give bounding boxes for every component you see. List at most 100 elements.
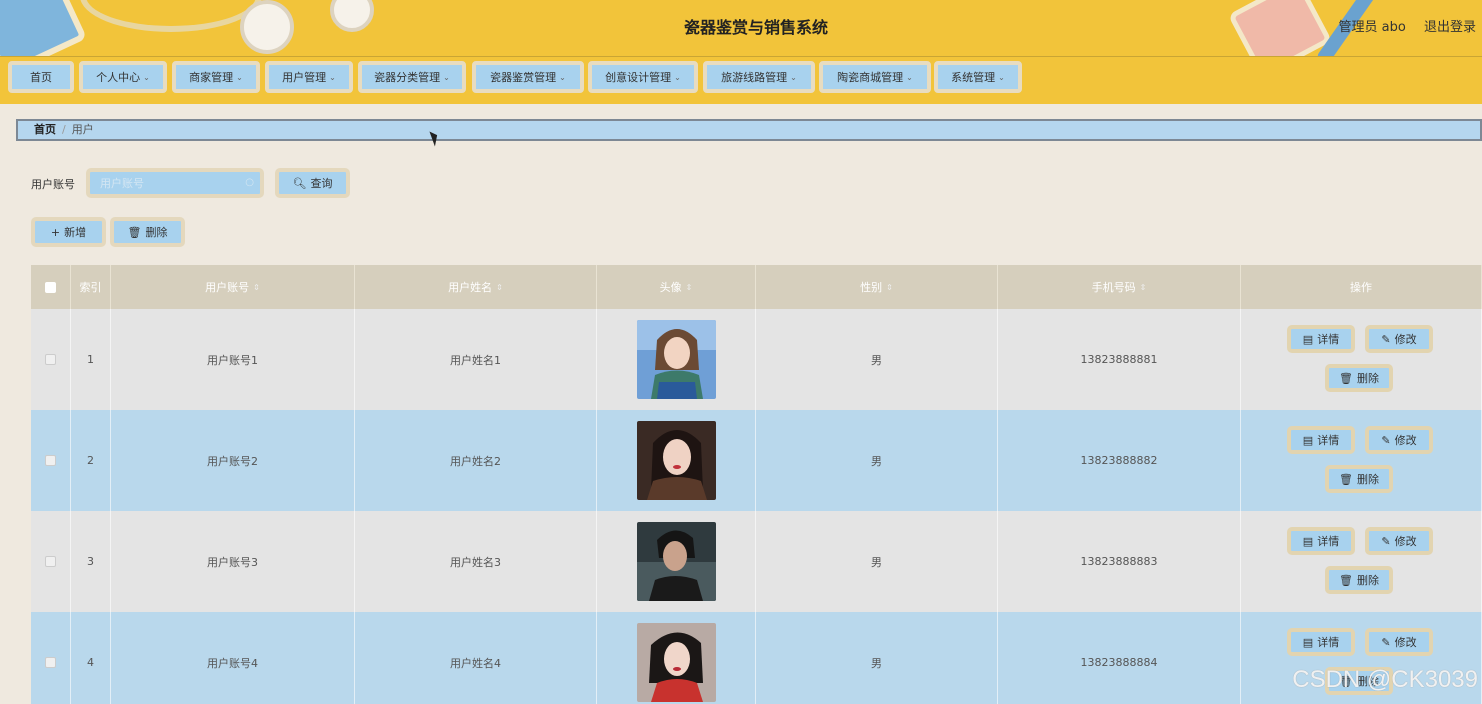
document-icon: ▤: [1302, 433, 1314, 447]
search-input[interactable]: [90, 175, 252, 191]
nav-item-label: 瓷器分类管理: [374, 71, 441, 84]
gender-cell: 男: [756, 612, 998, 704]
row-checkbox[interactable]: [45, 354, 56, 365]
search-button[interactable]: 🔍︎ 查询: [275, 168, 350, 198]
row-actions: ▤ 详情 ✎ 修改 🗑︎ 删除: [1241, 410, 1481, 511]
row-actions: ▤ 详情 ✎ 修改 🗑︎ 删除: [1241, 309, 1481, 410]
nav-item-label: 用户管理: [282, 71, 327, 84]
column-label: 索引: [79, 281, 102, 294]
delete-button[interactable]: 🗑︎ 删除: [1325, 364, 1393, 392]
logout-link[interactable]: 退出登录: [1424, 20, 1476, 35]
column-header: 索引: [71, 265, 111, 309]
row-checkbox[interactable]: [45, 657, 56, 668]
breadcrumb: 首页 / 用户: [16, 119, 1482, 141]
row-select-cell: [31, 410, 71, 511]
breadcrumb-separator: /: [62, 123, 66, 136]
phone-cell: 13823888881: [998, 309, 1241, 410]
detail-button[interactable]: ▤ 详情: [1287, 325, 1355, 353]
nav-item-user[interactable]: 用户管理 ⌄: [265, 61, 353, 93]
search-field[interactable]: ○: [86, 168, 264, 198]
nav-item-label: 个人中心: [96, 71, 141, 84]
table-row: 1 用户账号1 用户姓名1 男 13823888881 ▤ 详情 ✎ 修改 🗑︎ 删除: [31, 309, 1482, 410]
column-header[interactable]: 用户姓名 ⇕: [355, 265, 597, 309]
gender-cell: 男: [756, 309, 998, 410]
chevron-down-icon: ⌄: [143, 72, 150, 82]
column-label: 手机号码: [1091, 281, 1136, 294]
trash-icon: 🗑︎: [1339, 573, 1353, 587]
nav-item-porcelain-appreciation[interactable]: 瓷器鉴赏管理 ⌄: [472, 61, 584, 93]
nav-item-merchant[interactable]: 商家管理 ⌄: [172, 61, 260, 93]
chevron-down-icon: ⌄: [906, 72, 913, 82]
avatar-image[interactable]: [636, 623, 716, 702]
sort-icon[interactable]: ⇕: [496, 283, 503, 292]
nav-item-personal-center[interactable]: 个人中心 ⌄: [79, 61, 167, 93]
account-cell: 用户账号4: [111, 612, 355, 704]
sort-icon[interactable]: ⇕: [886, 283, 893, 292]
actions-cell: ▤ 详情 ✎ 修改 🗑︎ 删除: [1241, 410, 1482, 511]
avatar-image[interactable]: [636, 421, 716, 500]
document-icon: ▤: [1302, 534, 1314, 548]
delete-label: 删除: [1356, 473, 1379, 486]
phone-cell: 13823888883: [998, 511, 1241, 612]
nav-item-creative-design[interactable]: 创意设计管理 ⌄: [588, 61, 698, 93]
breadcrumb-home[interactable]: 首页: [34, 123, 56, 136]
detail-button[interactable]: ▤ 详情: [1287, 426, 1355, 454]
column-label: 用户账号: [205, 281, 250, 294]
plus-icon: +: [50, 225, 61, 239]
user-label: 管理员 abo: [1338, 20, 1406, 35]
edit-button[interactable]: ✎ 修改: [1365, 527, 1433, 555]
edit-button[interactable]: ✎ 修改: [1365, 628, 1433, 656]
nav-item-label: 系统管理: [951, 71, 996, 84]
index-cell: 2: [71, 410, 111, 511]
chevron-down-icon: ⌄: [559, 72, 566, 82]
index-cell: 3: [71, 511, 111, 612]
chevron-down-icon: ⌄: [674, 72, 681, 82]
delete-button[interactable]: 🗑︎ 删除: [1325, 566, 1393, 594]
column-header[interactable]: 头像 ⇕: [597, 265, 756, 309]
pencil-icon: ✎: [1381, 332, 1391, 346]
actions-cell: ▤ 详情 ✎ 修改 🗑︎ 删除: [1241, 309, 1482, 410]
index-cell: 4: [71, 612, 111, 704]
avatar-cell: [597, 612, 756, 704]
nav-item-home[interactable]: 首页: [8, 61, 74, 93]
sort-icon[interactable]: ⇕: [686, 283, 693, 292]
chevron-down-icon: ⌄: [790, 72, 797, 82]
add-button[interactable]: + 新增: [31, 217, 106, 247]
avatar-image[interactable]: [636, 522, 716, 601]
search-label: 用户账号: [31, 178, 75, 191]
account-cell: 用户账号2: [111, 410, 355, 511]
name-cell: 用户姓名2: [355, 410, 597, 511]
row-checkbox[interactable]: [45, 556, 56, 567]
avatar-image[interactable]: [636, 320, 716, 399]
row-checkbox[interactable]: [45, 455, 56, 466]
app-title: 瓷器鉴赏与销售系统: [683, 18, 828, 37]
table-row: 4 用户账号4 用户姓名4 男 13823888884 ▤ 详情 ✎ 修改 🗑︎ 删除: [31, 612, 1482, 704]
search-button-label: 查询: [310, 177, 333, 190]
document-icon: ▤: [1302, 635, 1314, 649]
edit-button[interactable]: ✎ 修改: [1365, 325, 1433, 353]
sort-icon[interactable]: ⇕: [1140, 283, 1147, 292]
pencil-icon: ✎: [1381, 534, 1391, 548]
edit-label: 修改: [1394, 434, 1417, 447]
nav-item-ceramic-mall[interactable]: 陶瓷商城管理 ⌄: [819, 61, 931, 93]
search-icon: 🔍︎: [292, 176, 307, 190]
nav-item-travel-route[interactable]: 旅游线路管理 ⌄: [703, 61, 815, 93]
detail-button[interactable]: ▤ 详情: [1287, 527, 1355, 555]
select-all-checkbox[interactable]: [45, 281, 56, 293]
nav-item-porcelain-category[interactable]: 瓷器分类管理 ⌄: [358, 61, 466, 93]
column-header[interactable]: 手机号码 ⇕: [998, 265, 1241, 309]
name-cell: 用户姓名4: [355, 612, 597, 704]
sort-icon[interactable]: ⇕: [253, 283, 260, 292]
nav-item-system[interactable]: 系统管理 ⌄: [934, 61, 1022, 93]
column-header[interactable]: 用户账号 ⇕: [111, 265, 355, 309]
edit-button[interactable]: ✎ 修改: [1365, 426, 1433, 454]
batch-delete-button[interactable]: 🗑︎ 删除: [110, 217, 185, 247]
detail-label: 详情: [1317, 333, 1340, 346]
edit-label: 修改: [1394, 333, 1417, 346]
edit-label: 修改: [1394, 636, 1417, 649]
detail-button[interactable]: ▤ 详情: [1287, 628, 1355, 656]
column-label: 操作: [1350, 281, 1372, 294]
column-header[interactable]: 性别 ⇕: [756, 265, 998, 309]
delete-button[interactable]: 🗑︎ 删除: [1325, 465, 1393, 493]
account-cell: 用户账号1: [111, 309, 355, 410]
